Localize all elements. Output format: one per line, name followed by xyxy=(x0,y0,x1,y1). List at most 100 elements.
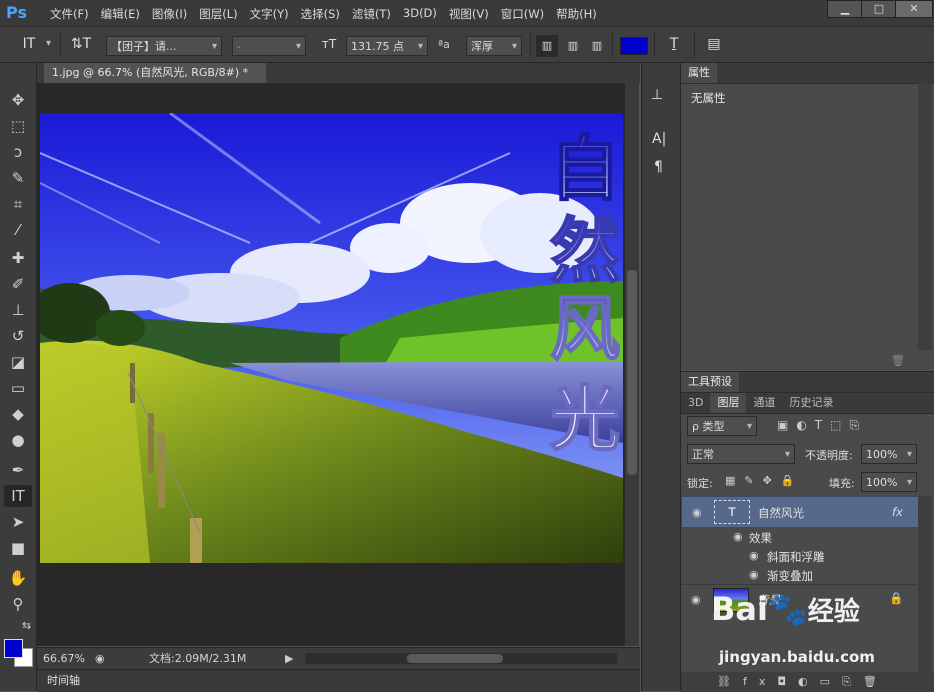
zoom-tool-icon[interactable]: ⚲ xyxy=(4,593,32,615)
document-tab[interactable]: 1.jpg @ 66.7% (自然风光, RGB/8#) * × xyxy=(44,63,266,99)
history-brush-tool-icon[interactable]: ↺ xyxy=(4,325,32,347)
swap-colors-icon[interactable]: ⇆ xyxy=(22,619,31,632)
text-layer-thumbnail-icon: T xyxy=(714,500,750,524)
document-info: 文档:2.09M/2.31M xyxy=(149,652,247,665)
menu-help[interactable]: 帮助(H) xyxy=(550,6,603,22)
trash-icon[interactable]: 🗑 xyxy=(891,354,905,367)
properties-scrollbar[interactable] xyxy=(918,83,932,350)
visibility-eye-icon[interactable]: ◉ xyxy=(691,593,701,606)
tab-3d[interactable]: 3D xyxy=(681,393,710,413)
lock-options-icons[interactable]: ▦✎✥🔒 xyxy=(725,474,804,487)
layer-effects-header[interactable]: ◉ 效果 xyxy=(681,527,917,546)
tool-presets-panel-icon[interactable]: ⊥ xyxy=(651,87,663,103)
tab-tool-presets[interactable]: 工具预设 xyxy=(681,372,739,392)
landscape-photo: 自 然 风 光 xyxy=(40,113,623,563)
eyedropper-tool-icon[interactable]: ⁄ xyxy=(4,219,32,241)
font-family-select[interactable]: 【团子】请... xyxy=(106,36,222,57)
overlay-char-3: 风 xyxy=(550,288,620,370)
menu-file[interactable]: 文件(F) xyxy=(44,6,95,22)
layer-filter-select[interactable]: ρ 类型 xyxy=(687,416,757,437)
clone-stamp-tool-icon[interactable]: ⊥ xyxy=(4,299,32,321)
opacity-field[interactable]: 100% xyxy=(861,444,917,465)
lasso-tool-icon[interactable]: ↄ xyxy=(4,141,32,163)
menu-layer[interactable]: 图层(L) xyxy=(193,6,243,22)
horizontal-scrollbar-thumb[interactable] xyxy=(407,654,503,663)
layers-footer-buttons[interactable]: ⛓fx◘◐▭⎘🗑 xyxy=(681,672,934,692)
tab-channels[interactable]: 通道 xyxy=(746,393,782,413)
overlay-char-4: 光 xyxy=(550,378,620,460)
tab-properties[interactable]: 属性 xyxy=(681,63,717,83)
menu-type[interactable]: 文字(Y) xyxy=(244,6,295,22)
font-style-select[interactable]: - xyxy=(232,36,306,57)
timeline-tab[interactable]: 时间轴 xyxy=(47,670,80,692)
properties-panel: 属性 无属性 🗑 xyxy=(681,63,934,370)
overlay-char-2: 然 xyxy=(550,210,620,292)
document-canvas[interactable]: 自 然 风 光 xyxy=(40,113,623,563)
font-size-icon: ᴛT xyxy=(321,37,337,51)
layer-effect-gradient[interactable]: ◉ 渐变叠加 xyxy=(681,565,917,584)
zoom-level[interactable]: 66.67% xyxy=(43,648,85,670)
text-tool-preset-icon[interactable]: IT xyxy=(14,33,44,55)
lock-icon: 🔒 xyxy=(889,591,904,605)
fx-icon[interactable]: fx xyxy=(892,505,903,519)
menu-3d[interactable]: 3D(D) xyxy=(397,6,443,22)
visibility-eye-icon[interactable]: ◉ xyxy=(749,549,759,562)
status-menu-icon[interactable]: ◉ xyxy=(95,648,105,670)
pen-tool-icon[interactable]: ✒ xyxy=(4,459,32,481)
brush-tool-icon[interactable]: ✐ xyxy=(4,273,32,295)
hand-tool-icon[interactable]: ✋ xyxy=(4,567,32,589)
character-panel-icon[interactable]: ▤ xyxy=(702,33,726,55)
visibility-eye-icon[interactable]: ◉ xyxy=(733,530,743,543)
foreground-color-swatch[interactable] xyxy=(4,639,23,658)
visibility-eye-icon[interactable]: ◉ xyxy=(749,568,759,581)
marquee-tool-icon[interactable]: ⬚ xyxy=(4,115,32,137)
dodge-tool-icon[interactable]: ● xyxy=(4,429,32,451)
layer-effect-bevel[interactable]: ◉ 斜面和浮雕 xyxy=(681,546,917,565)
main-menu: 文件(F) 编辑(E) 图像(I) 图层(L) 文字(Y) 选择(S) 滤镜(T… xyxy=(44,6,603,22)
menu-window[interactable]: 窗口(W) xyxy=(495,6,550,22)
align-center-icon[interactable]: ▥ xyxy=(562,35,584,57)
text-color-swatch[interactable] xyxy=(620,37,648,55)
menu-view[interactable]: 视图(V) xyxy=(443,6,495,22)
crop-tool-icon[interactable]: ⌗ xyxy=(4,193,32,215)
preset-chevron-down-icon[interactable]: ▾ xyxy=(46,38,51,49)
rectangle-tool-icon[interactable]: ■ xyxy=(4,537,32,559)
anti-alias-select[interactable]: 浑厚 xyxy=(466,36,522,57)
move-tool-icon[interactable]: ✥ xyxy=(4,89,32,111)
gradient-tool-icon[interactable]: ▭ xyxy=(4,377,32,399)
layer-row-text[interactable]: ◉ T 自然风光 fx xyxy=(681,496,919,528)
photoshop-logo: Ps xyxy=(6,3,27,22)
timeline-panel: 时间轴 xyxy=(37,669,640,692)
visibility-eye-icon[interactable]: ◉ xyxy=(692,506,702,519)
layer-filter-icons[interactable]: ▣◐T⬚⎘ xyxy=(777,418,867,433)
menu-image[interactable]: 图像(I) xyxy=(146,6,193,22)
maximize-button[interactable]: □ xyxy=(861,0,897,18)
menu-select[interactable]: 选择(S) xyxy=(295,6,346,22)
align-left-icon[interactable]: ▥ xyxy=(536,35,558,57)
vertical-scrollbar-thumb[interactable] xyxy=(627,270,637,475)
blur-tool-icon[interactable]: ◆ xyxy=(4,403,32,425)
menu-edit[interactable]: 编辑(E) xyxy=(95,6,146,22)
tab-history[interactable]: 历史记录 xyxy=(782,393,840,413)
menu-filter[interactable]: 滤镜(T) xyxy=(346,6,397,22)
quick-select-tool-icon[interactable]: ✎ xyxy=(4,167,32,189)
paragraph-panel-icon[interactable]: ¶ xyxy=(654,159,663,175)
orientation-toggle-icon[interactable]: ⇅T xyxy=(68,33,94,55)
eraser-tool-icon[interactable]: ◪ xyxy=(4,351,32,373)
collapsed-panels-column: ⊥ A| ¶ xyxy=(641,63,681,691)
blend-mode-select[interactable]: 正常 xyxy=(687,444,795,465)
tab-layers[interactable]: 图层 xyxy=(710,393,747,413)
fill-field[interactable]: 100% xyxy=(861,472,917,493)
close-button[interactable]: ✕ xyxy=(895,0,933,18)
character-panel-icon[interactable]: A| xyxy=(652,131,666,147)
align-right-icon[interactable]: ▥ xyxy=(586,35,608,57)
status-arrow-icon[interactable]: ▶ xyxy=(285,648,293,670)
path-select-tool-icon[interactable]: ➤ xyxy=(4,511,32,533)
layer-name[interactable]: 自然风光 xyxy=(758,505,804,521)
font-size-select[interactable]: 131.75 点 xyxy=(346,36,428,57)
type-tool-icon[interactable]: IT xyxy=(4,485,32,507)
warp-text-icon[interactable]: Ṯ xyxy=(662,33,686,55)
minimize-button[interactable]: ▁ xyxy=(827,0,863,18)
healing-brush-tool-icon[interactable]: ✚ xyxy=(4,247,32,269)
layers-scrollbar[interactable] xyxy=(918,496,932,672)
